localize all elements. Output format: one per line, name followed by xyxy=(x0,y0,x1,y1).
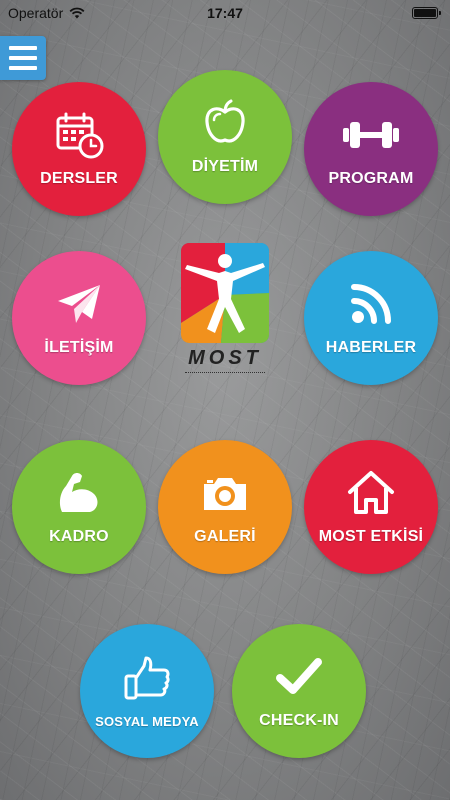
home-icon xyxy=(348,471,394,514)
check-in-button[interactable]: CHECK-IN xyxy=(232,624,366,758)
logo-underline xyxy=(185,372,265,378)
thumbs-up-icon xyxy=(124,656,170,699)
dersler-button[interactable]: DERSLER xyxy=(12,82,146,216)
status-bar: Operatör 17:47 xyxy=(0,0,450,26)
menu-button[interactable] xyxy=(0,36,46,80)
flexed-arm-icon xyxy=(59,473,98,512)
wifi-feed-icon xyxy=(351,284,391,324)
iletisim-button[interactable]: İLETİŞİM xyxy=(12,251,146,385)
program-label: PROGRAM xyxy=(328,170,414,187)
haberler-label: HABERLER xyxy=(325,339,417,356)
hamburger-icon xyxy=(9,46,37,50)
kadro-button[interactable]: KADRO xyxy=(12,440,146,574)
kadro-label: KADRO xyxy=(49,528,109,545)
calendar-clock-icon xyxy=(56,112,104,159)
dumbbell-icon xyxy=(343,122,399,148)
checkmark-icon xyxy=(276,658,322,694)
most-etkisi-label: MOST ETKİSİ xyxy=(318,528,424,545)
camera-icon xyxy=(204,478,246,510)
paper-plane-icon xyxy=(58,285,100,323)
program-button[interactable]: PROGRAM xyxy=(304,82,438,216)
most-wordmark: MOST xyxy=(188,347,262,369)
most-etkisi-button[interactable]: MOST ETKİSİ xyxy=(304,440,438,574)
galeri-button[interactable]: GALERİ xyxy=(158,440,292,574)
sosyal-medya-button[interactable]: SOSYAL MEDYA xyxy=(80,624,214,758)
most-logo-mark xyxy=(181,243,269,343)
iletisim-label: İLETİŞİM xyxy=(44,339,114,356)
haberler-button[interactable]: HABERLER xyxy=(304,251,438,385)
most-logo: MOST xyxy=(181,243,269,378)
diyetim-label: DİYETİM xyxy=(191,158,259,175)
status-time: 17:47 xyxy=(207,5,243,21)
galeri-label: GALERİ xyxy=(194,528,256,545)
battery-icon xyxy=(412,7,441,19)
check-in-label: CHECK-IN xyxy=(259,712,339,729)
dersler-label: DERSLER xyxy=(40,170,118,187)
sosyal-medya-label: SOSYAL MEDYA xyxy=(95,713,199,729)
diyetim-button[interactable]: DİYETİM xyxy=(158,70,292,204)
apple-icon xyxy=(205,99,245,143)
